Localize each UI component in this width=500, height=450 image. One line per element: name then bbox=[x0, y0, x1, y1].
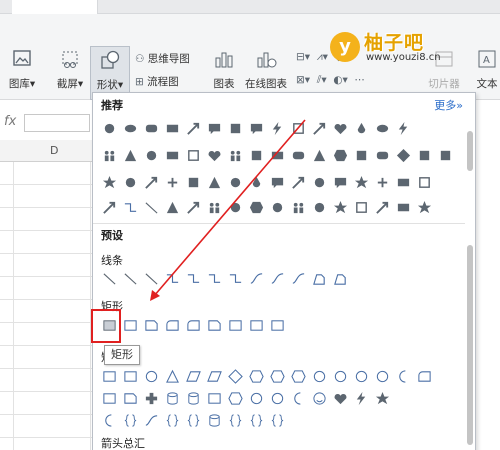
screen: { "ribbon": { "picture_label": "图库", "sc… bbox=[0, 0, 500, 450]
annotation-arrow bbox=[150, 119, 306, 301]
